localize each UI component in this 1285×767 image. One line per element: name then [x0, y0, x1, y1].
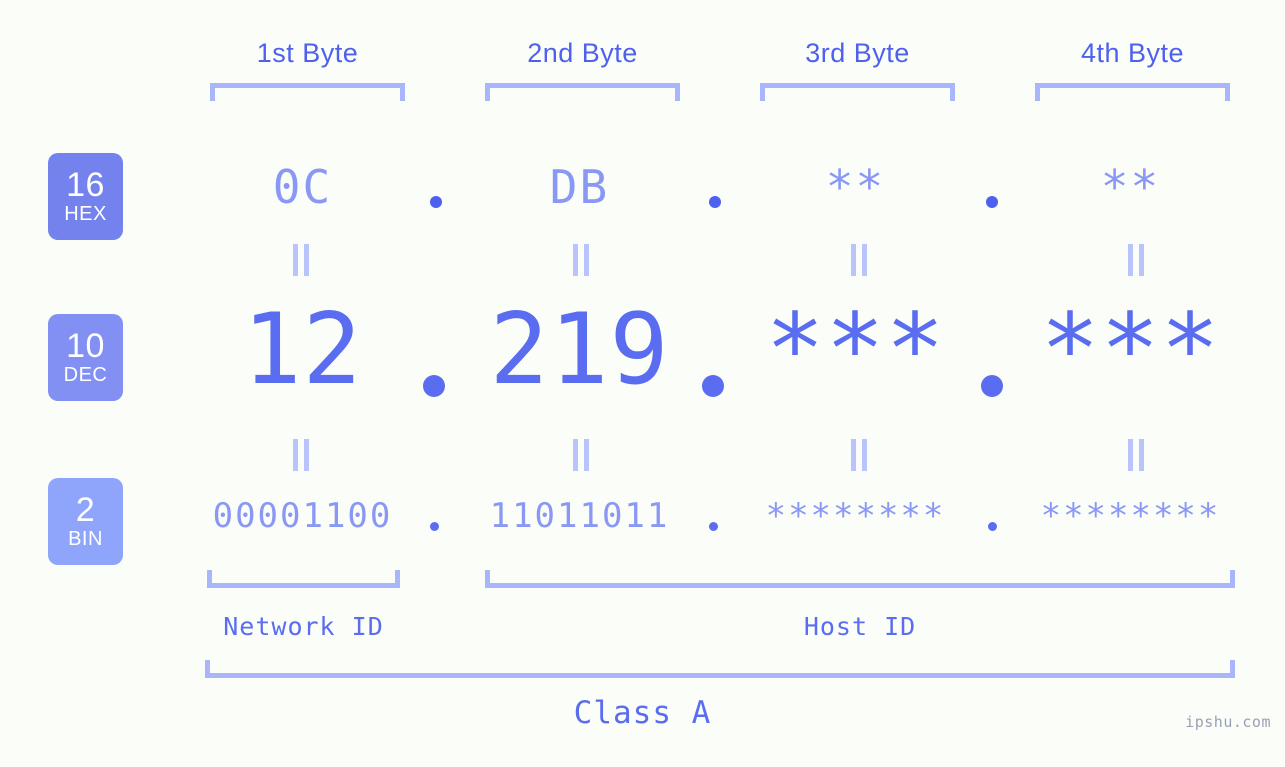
network-id-bracket [207, 570, 400, 588]
hex-byte-1: 0C [272, 160, 333, 214]
site-watermark: ipshu.com [1185, 713, 1271, 731]
equals-connector-hex-dec-4 [1123, 242, 1149, 278]
base-badge-bin-system: BIN [68, 528, 103, 550]
bin-byte-1: 00001100 [212, 496, 393, 536]
byte-bracket-3 [760, 83, 955, 101]
equals-connector-hex-dec-3 [846, 242, 872, 278]
base-badge-dec-system: DEC [63, 364, 108, 386]
dec-byte-4: *** [1040, 293, 1221, 407]
equals-connector-dec-bin-2 [568, 437, 594, 473]
class-label: Class A [573, 695, 712, 731]
bin-byte-2: 11011011 [489, 496, 670, 536]
dec-separator-3 [981, 375, 1003, 397]
hex-separator-3 [986, 196, 998, 208]
ip-address-breakdown-diagram: 1st Byte 2nd Byte 3rd Byte 4th Byte 16 H… [0, 0, 1285, 767]
bin-separator-1 [430, 522, 439, 531]
class-bracket [205, 660, 1235, 678]
dec-byte-1: 12 [242, 293, 363, 407]
bin-separator-2 [709, 522, 718, 531]
equals-connector-dec-bin-1 [288, 437, 314, 473]
equals-connector-hex-dec-1 [288, 242, 314, 278]
hex-byte-3: ** [825, 160, 886, 214]
dec-byte-2: 219 [489, 293, 670, 407]
hex-byte-4: ** [1100, 160, 1161, 214]
byte-header-1: 1st Byte [256, 38, 359, 68]
equals-connector-hex-dec-2 [568, 242, 594, 278]
hex-byte-2: DB [549, 160, 610, 214]
byte-bracket-4 [1035, 83, 1230, 101]
base-badge-hex: 16 HEX [48, 153, 123, 240]
equals-connector-dec-bin-4 [1123, 437, 1149, 473]
bin-separator-3 [988, 522, 997, 531]
bin-byte-3: ******** [765, 496, 946, 536]
byte-header-2: 2nd Byte [527, 38, 638, 68]
base-badge-dec-number: 10 [66, 327, 105, 365]
base-badge-dec: 10 DEC [48, 314, 123, 401]
byte-header-3: 3rd Byte [805, 38, 910, 68]
byte-bracket-1 [210, 83, 405, 101]
base-badge-hex-number: 16 [66, 166, 105, 204]
network-id-label: Network ID [223, 612, 384, 641]
bin-byte-4: ******** [1040, 496, 1221, 536]
dec-separator-2 [702, 375, 724, 397]
hex-separator-1 [430, 196, 442, 208]
dec-separator-1 [423, 375, 445, 397]
hex-separator-2 [709, 196, 721, 208]
dec-byte-3: *** [765, 293, 946, 407]
byte-header-4: 4th Byte [1080, 38, 1185, 68]
base-badge-bin: 2 BIN [48, 478, 123, 565]
equals-connector-dec-bin-3 [846, 437, 872, 473]
byte-bracket-2 [485, 83, 680, 101]
base-badge-hex-system: HEX [64, 203, 107, 225]
host-id-bracket [485, 570, 1235, 588]
host-id-label: Host ID [803, 612, 917, 641]
base-badge-bin-number: 2 [75, 491, 96, 529]
